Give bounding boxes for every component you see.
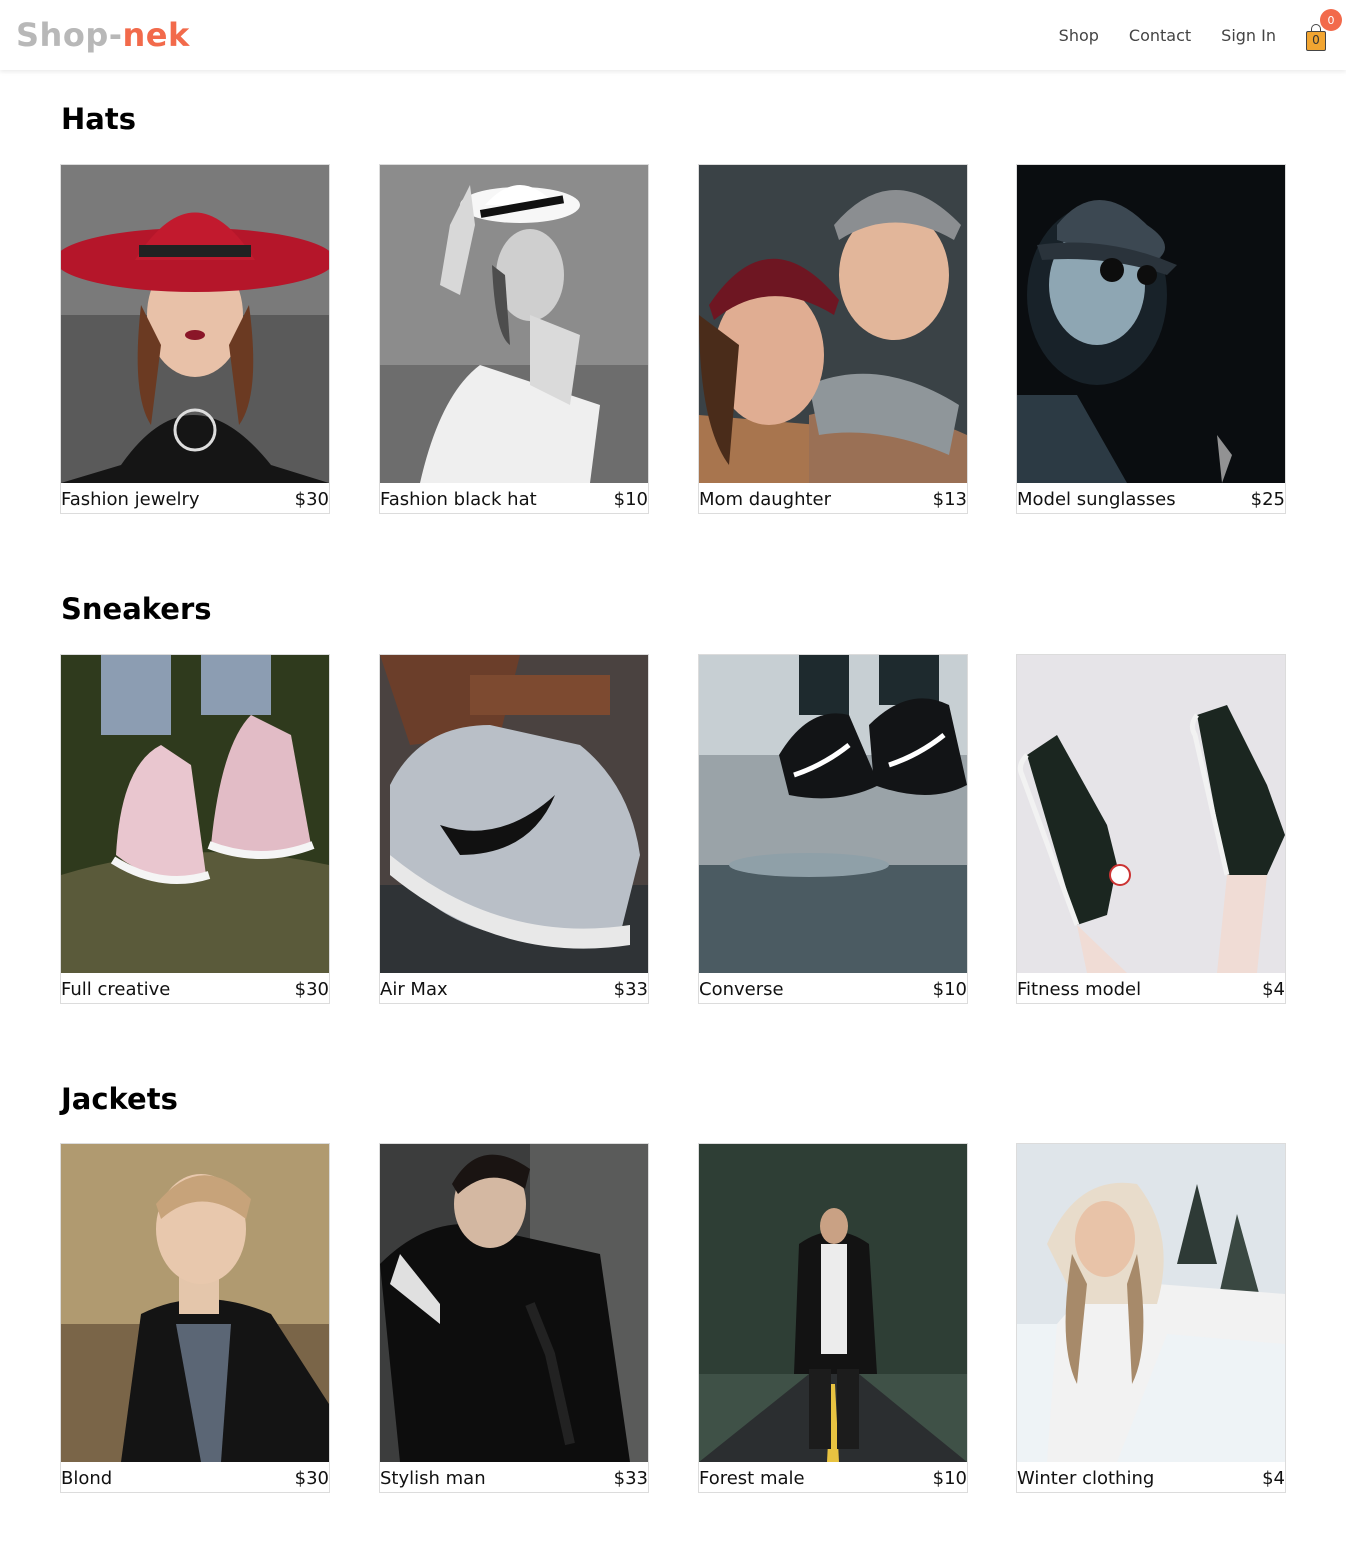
- product-caption: Winter clothing $4: [1017, 1464, 1285, 1492]
- product-card[interactable]: Winter clothing $4: [1016, 1143, 1286, 1493]
- product-image[interactable]: [699, 165, 967, 483]
- product-price: $10: [932, 1467, 967, 1489]
- cart-badge: 0: [1320, 9, 1342, 31]
- product-name: Forest male: [699, 1467, 805, 1489]
- header: Shop-nek Shop Contact Sign In 0 0: [0, 0, 1346, 70]
- product-caption: Blond $30: [61, 1464, 329, 1492]
- section-title-hats: Hats: [61, 102, 136, 136]
- product-image[interactable]: [1017, 165, 1285, 483]
- product-name: Mom daughter: [699, 488, 832, 510]
- product-card[interactable]: Stylish man $33: [379, 1143, 649, 1493]
- product-card[interactable]: Fitness model $4: [1016, 654, 1286, 1004]
- product-price: $30: [294, 978, 329, 1000]
- product-card[interactable]: Blond $30: [60, 1143, 330, 1493]
- product-price: $25: [1250, 488, 1285, 510]
- product-card[interactable]: Converse $10: [698, 654, 968, 1004]
- product-image[interactable]: [380, 165, 648, 483]
- product-image[interactable]: [699, 1144, 967, 1462]
- product-image[interactable]: [61, 165, 329, 483]
- product-caption: Model sunglasses $25: [1017, 485, 1285, 513]
- product-name: Blond: [61, 1467, 113, 1489]
- section-title-sneakers: Sneakers: [61, 592, 212, 626]
- product-image[interactable]: [1017, 1144, 1285, 1462]
- brand-logo[interactable]: Shop-nek: [16, 16, 190, 54]
- product-name: Fitness model: [1017, 978, 1142, 1000]
- cart-count: 0: [1312, 33, 1320, 47]
- nav-shop-link[interactable]: Shop: [1059, 26, 1099, 45]
- product-card[interactable]: Fashion black hat $10: [379, 164, 649, 514]
- product-card[interactable]: Fashion jewelry $30: [60, 164, 330, 514]
- product-name: Converse: [699, 978, 784, 1000]
- product-price: $30: [294, 488, 329, 510]
- product-price: $10: [932, 978, 967, 1000]
- product-image[interactable]: [380, 1144, 648, 1462]
- product-caption: Fashion black hat $10: [380, 485, 648, 513]
- brand-part-2: nek: [122, 16, 190, 54]
- product-image[interactable]: [61, 655, 329, 973]
- main-nav: Shop Contact Sign In 0 0: [1059, 9, 1342, 51]
- product-name: Stylish man: [380, 1467, 486, 1489]
- product-price: $13: [932, 488, 967, 510]
- product-caption: Converse $10: [699, 975, 967, 1003]
- product-name: Full creative: [61, 978, 171, 1000]
- product-caption: Mom daughter $13: [699, 485, 967, 513]
- product-price: $4: [1262, 1467, 1285, 1489]
- nav-signin-link[interactable]: Sign In: [1221, 26, 1276, 45]
- product-image[interactable]: [699, 655, 967, 973]
- product-name: Model sunglasses: [1017, 488, 1176, 510]
- product-card[interactable]: Forest male $10: [698, 1143, 968, 1493]
- product-price: $4: [1262, 978, 1285, 1000]
- nav-contact-link[interactable]: Contact: [1129, 26, 1191, 45]
- product-card[interactable]: Mom daughter $13: [698, 164, 968, 514]
- product-price: $30: [294, 1467, 329, 1489]
- product-image[interactable]: [1017, 655, 1285, 973]
- section-title-jackets: Jackets: [61, 1082, 178, 1116]
- product-price: $33: [613, 978, 648, 1000]
- product-name: Fashion jewelry: [61, 488, 200, 510]
- product-caption: Air Max $33: [380, 975, 648, 1003]
- product-card[interactable]: Model sunglasses $25: [1016, 164, 1286, 514]
- product-card[interactable]: Air Max $33: [379, 654, 649, 1004]
- product-name: Winter clothing: [1017, 1467, 1155, 1489]
- cart-button[interactable]: 0 0: [1306, 9, 1342, 51]
- product-price: $33: [613, 1467, 648, 1489]
- product-caption: Forest male $10: [699, 1464, 967, 1492]
- product-name: Air Max: [380, 978, 448, 1000]
- product-card[interactable]: Full creative $30: [60, 654, 330, 1004]
- brand-part-1: Shop-: [16, 16, 123, 54]
- product-image[interactable]: [380, 655, 648, 973]
- product-caption: Fitness model $4: [1017, 975, 1285, 1003]
- product-caption: Stylish man $33: [380, 1464, 648, 1492]
- product-caption: Full creative $30: [61, 975, 329, 1003]
- product-price: $10: [613, 488, 648, 510]
- product-caption: Fashion jewelry $30: [61, 485, 329, 513]
- product-name: Fashion black hat: [380, 488, 537, 510]
- product-image[interactable]: [61, 1144, 329, 1462]
